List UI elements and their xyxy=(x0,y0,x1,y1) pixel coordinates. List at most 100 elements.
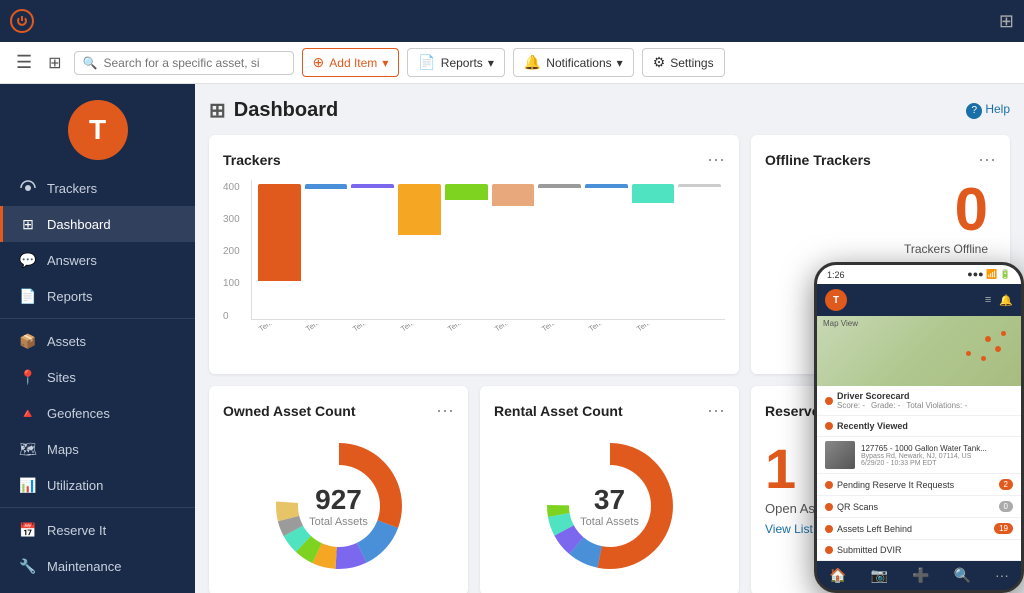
top-bar: ⊞ xyxy=(0,0,1024,42)
sidebar-item-answers[interactable]: 💬 Answers xyxy=(0,242,195,278)
search-input[interactable] xyxy=(104,56,285,70)
map-dot xyxy=(985,336,991,342)
bar xyxy=(492,184,535,206)
sidebar-item-assets[interactable]: 📦 Assets xyxy=(0,323,195,359)
trackers-card-menu[interactable]: ··· xyxy=(707,149,725,170)
driver-label: Driver Scorecard xyxy=(837,391,1013,401)
phone-more-icon[interactable]: ··· xyxy=(995,567,1009,584)
sidebar-item-safety[interactable]: 🛡 Safety & Compliance xyxy=(0,584,195,593)
phone-signal-icon: ●●● 📶 🔋 xyxy=(967,269,1011,280)
phone-camera-icon[interactable]: 📷 xyxy=(871,567,888,584)
add-item-button[interactable]: ⊕ Add Item ▾ xyxy=(302,48,400,77)
assets-icon: 📦 xyxy=(19,332,37,350)
reports-button[interactable]: 📄 Reports ▾ xyxy=(407,48,505,77)
owned-card-menu[interactable]: ··· xyxy=(436,400,454,421)
answers-icon: 💬 xyxy=(19,251,37,269)
sidebar-item-maps[interactable]: 🗺 Maps xyxy=(0,431,195,467)
chevron-down-icon: ▾ xyxy=(617,56,623,70)
offline-card-menu[interactable]: ··· xyxy=(978,149,996,170)
driver-sub: Score: - Grade: - Total Violations: - xyxy=(837,401,1013,410)
phone-plus-icon[interactable]: ➕ xyxy=(912,567,929,584)
asset-thumbnail xyxy=(825,441,855,469)
nav-bar: ☰ ⊞ 🔍 ⊕ Add Item ▾ 📄 Reports ▾ 🔔 Notific… xyxy=(0,42,1024,84)
bar xyxy=(585,184,628,188)
bar-group-10 xyxy=(678,184,721,319)
sidebar-divider xyxy=(0,507,195,508)
driver-icon xyxy=(825,397,833,405)
trackers-bar-chart: 400 300 200 100 0 xyxy=(223,180,725,360)
bar-group-8 xyxy=(585,184,628,319)
sidebar-item-trackers[interactable]: Trackers xyxy=(0,170,195,206)
search-bar[interactable]: 🔍 xyxy=(74,51,294,75)
settings-button[interactable]: ⚙ Settings xyxy=(642,48,725,77)
sidebar-item-label: Maps xyxy=(47,442,79,457)
phone-time: 1:26 xyxy=(827,270,845,280)
bar-group-3 xyxy=(351,184,394,319)
rental-card-menu[interactable]: ··· xyxy=(707,400,725,421)
sidebar-item-label: Utilization xyxy=(47,478,103,493)
phone-menu-icon: ≡ xyxy=(985,294,991,307)
chevron-down-icon: ▾ xyxy=(488,56,494,70)
asset-date: 6/29/20 - 10:33 PM EDT xyxy=(861,460,1013,467)
plus-icon: ⊕ xyxy=(313,54,325,71)
owned-total: 927 xyxy=(309,484,368,516)
owned-donut-wrap: 927 Total Assets xyxy=(223,431,454,581)
reserve-badge: 2 xyxy=(999,479,1013,490)
map-dot xyxy=(966,351,971,356)
nav-grid-icon[interactable]: ⊞ xyxy=(44,49,65,77)
offline-card-header: Offline Trackers ··· xyxy=(765,149,996,170)
owned-card-title: Owned Asset Count xyxy=(223,403,356,419)
phone-avatar: T xyxy=(825,289,847,311)
phone-top-icons: ≡ 🔔 xyxy=(985,294,1013,307)
hamburger-icon[interactable]: ☰ xyxy=(12,48,36,77)
power-button[interactable] xyxy=(10,9,34,33)
rental-total-label: Total Assets xyxy=(580,516,639,528)
sidebar-item-sites[interactable]: 📍 Sites xyxy=(0,359,195,395)
bar-group-5 xyxy=(445,184,488,319)
notifications-button[interactable]: 🔔 Notifications ▾ xyxy=(513,48,634,77)
rental-donut-wrap: 37 Total Assets xyxy=(494,431,725,581)
phone-overlay: 1:26 ●●● 📶 🔋 T ≡ 🔔 Map View xyxy=(814,262,1024,593)
rental-card-header: Rental Asset Count ··· xyxy=(494,400,725,421)
bar xyxy=(258,184,301,281)
sidebar-item-label: Sites xyxy=(47,370,76,385)
qr-icon xyxy=(825,503,833,511)
bar-group-2 xyxy=(305,184,348,319)
bar xyxy=(351,184,394,188)
phone-search-icon[interactable]: 🔍 xyxy=(953,567,970,584)
phone-home-icon[interactable]: 🏠 xyxy=(829,567,846,584)
asset-thumb-img xyxy=(825,441,855,469)
sidebar-item-maintenance[interactable]: 🔧 Maintenance xyxy=(0,548,195,584)
help-link[interactable]: Help xyxy=(966,102,1010,119)
phone-notification-icon: 🔔 xyxy=(999,294,1013,307)
phone-list: Driver Scorecard Score: - Grade: - Total… xyxy=(817,386,1021,561)
sidebar-item-reports[interactable]: 📄 Reports xyxy=(0,278,195,314)
bar xyxy=(445,184,488,200)
sidebar-item-reserve-it[interactable]: 📅 Reserve It xyxy=(0,512,195,548)
left-label: Assets Left Behind xyxy=(837,524,990,534)
owned-total-label: Total Assets xyxy=(309,516,368,528)
avatar[interactable]: T xyxy=(68,100,128,160)
bars-container xyxy=(251,180,725,320)
bar xyxy=(398,184,441,235)
qr-badge: 0 xyxy=(999,501,1013,512)
sidebar-item-label: Maintenance xyxy=(47,559,121,574)
left-badge: 19 xyxy=(994,523,1013,534)
sidebar-item-label: Trackers xyxy=(47,181,97,196)
trackers-card: Trackers ··· 400 300 200 100 0 xyxy=(209,135,739,374)
sites-icon: 📍 xyxy=(19,368,37,386)
reserve-pending-label: Pending Reserve It Requests xyxy=(837,480,995,490)
recent-icon xyxy=(825,422,833,430)
reports-icon: 📄 xyxy=(418,54,435,71)
sidebar-item-dashboard[interactable]: ⊞ Dashboard xyxy=(0,206,195,242)
asset-text: 127765 - 1000 Gallon Water Tank... Bypas… xyxy=(861,444,1013,467)
sidebar-item-utilization[interactable]: 📊 Utilization xyxy=(0,467,195,503)
asset-location: Bypass Rd, Newark, NJ, 07114, US xyxy=(861,453,1013,460)
sidebar-item-geofences[interactable]: 🔺 Geofences xyxy=(0,395,195,431)
map-dot xyxy=(1001,331,1006,336)
phone-list-item-left: Assets Left Behind 19 xyxy=(817,518,1021,540)
reserve-icon: 📅 xyxy=(19,521,37,539)
phone-list-item-dvir: Submitted DVIR xyxy=(817,540,1021,561)
phone-asset-row: 127765 - 1000 Gallon Water Tank... Bypas… xyxy=(817,437,1021,474)
page-title: Dashboard xyxy=(234,99,338,122)
